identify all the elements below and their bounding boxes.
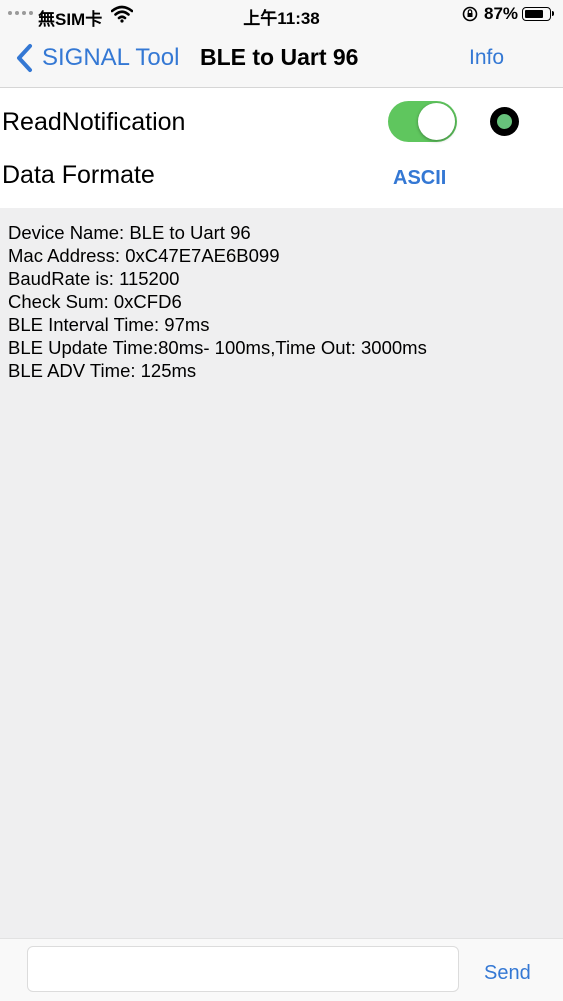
log-line: Mac Address: 0xC47E7AE6B099 — [8, 245, 280, 266]
clock: 上午11:38 — [243, 9, 320, 28]
send-bar: Send — [0, 938, 563, 1001]
data-format-button[interactable]: ASCII — [393, 167, 446, 190]
read-notification-toggle[interactable] — [388, 101, 457, 142]
status-bar: 無SIM卡 上午11:38 87% — [0, 0, 563, 30]
log-line: BLE Interval Time: 97ms — [8, 314, 210, 335]
message-input[interactable] — [27, 946, 459, 992]
log-line: BLE ADV Time: 125ms — [8, 360, 197, 381]
orientation-lock-icon — [462, 6, 478, 22]
info-button[interactable]: Info — [469, 46, 504, 70]
log-line: BLE Update Time:80ms- 100ms,Time Out: 30… — [8, 337, 427, 358]
battery-percent: 87% — [484, 4, 519, 23]
back-button-label: SIGNAL Tool — [42, 44, 180, 71]
navigation-bar: SIGNAL Tool BLE to Uart 96 Info — [0, 30, 563, 88]
battery-icon — [522, 7, 554, 21]
log-line: Check Sum: 0xCFD6 — [8, 291, 182, 312]
log-output[interactable]: Device Name: BLE to Uart 96 Mac Address: … — [0, 208, 563, 938]
page-title: BLE to Uart 96 — [200, 44, 359, 70]
status-indicator-icon — [490, 107, 519, 136]
log-line: Device Name: BLE to Uart 96 — [8, 222, 251, 243]
read-notification-label: ReadNotification — [2, 108, 186, 136]
controls-panel: ReadNotification Data Formate ASCII — [0, 88, 563, 208]
log-lines: Device Name: BLE to Uart 96 Mac Address: … — [8, 221, 427, 382]
chevron-left-icon — [17, 44, 32, 72]
toggle-knob — [418, 103, 455, 140]
data-format-label: Data Formate — [2, 161, 155, 189]
log-line: BaudRate is: 115200 — [8, 268, 180, 289]
send-button[interactable]: Send — [484, 962, 531, 985]
back-button[interactable]: SIGNAL Tool — [14, 41, 179, 75]
